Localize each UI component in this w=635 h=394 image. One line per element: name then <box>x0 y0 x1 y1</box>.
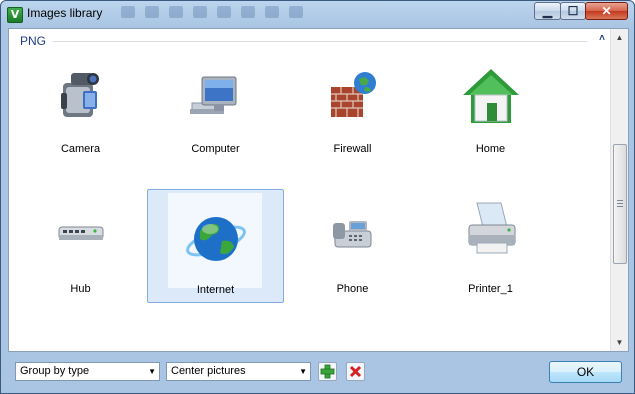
item-label: Printer_1 <box>468 283 513 295</box>
group-header: PNG ˄ <box>9 29 613 51</box>
item-label: Home <box>475 143 506 155</box>
picture-alignment-select[interactable]: Center pictures ▼ <box>166 362 311 381</box>
maximize-button[interactable]: ☐ <box>560 2 586 20</box>
computer-icon <box>189 76 236 114</box>
scrollbar-thumb[interactable] <box>613 144 627 264</box>
image-item-computer[interactable]: Computer <box>148 65 283 165</box>
image-item-internet[interactable]: Internet <box>147 189 284 303</box>
item-label: Firewall <box>333 143 372 155</box>
background-toolbar <box>121 6 361 20</box>
item-label: Internet <box>196 284 235 296</box>
vertical-scrollbar[interactable]: ▲ ▼ <box>610 29 628 351</box>
close-button[interactable]: ✕ <box>585 2 628 20</box>
ok-button[interactable]: OK <box>549 361 622 383</box>
image-item-home[interactable]: Home <box>423 65 558 165</box>
group-by-value: Group by type <box>20 365 90 377</box>
window-title: Images library <box>27 6 103 20</box>
add-icon <box>320 364 335 379</box>
image-item-phone[interactable]: Phone <box>285 191 420 303</box>
images-library-window: V Images library ▁ ☐ ✕ PNG ˄ Camera Comp… <box>0 0 635 394</box>
scroll-up-icon[interactable]: ▲ <box>611 29 628 46</box>
collapse-group-icon[interactable]: ˄ <box>599 33 605 44</box>
image-item-hub[interactable]: Hub <box>13 191 148 303</box>
image-item-firewall[interactable]: Firewall <box>285 65 420 165</box>
chevron-down-icon: ▼ <box>148 367 156 376</box>
chevron-down-icon: ▼ <box>299 367 307 376</box>
internet-icon <box>185 217 246 261</box>
app-logo-icon: V <box>7 7 23 23</box>
item-label: Hub <box>70 283 91 295</box>
camera-icon <box>60 73 99 117</box>
delete-image-button[interactable] <box>346 362 365 381</box>
phone-icon <box>332 221 371 248</box>
image-item-camera[interactable]: Camera <box>13 65 148 165</box>
minimize-button[interactable]: ▁ <box>534 2 561 20</box>
images-panel: PNG ˄ Camera Computer Firewall Home Hub … <box>8 28 629 352</box>
scroll-down-icon[interactable]: ▼ <box>611 334 628 351</box>
alignment-value: Center pictures <box>171 365 246 377</box>
delete-icon <box>349 365 362 378</box>
group-title: PNG <box>20 34 47 48</box>
title-bar[interactable]: V Images library ▁ ☐ ✕ <box>1 1 634 27</box>
printer-icon <box>468 202 515 254</box>
item-label: Computer <box>191 143 240 155</box>
firewall-icon <box>330 72 376 117</box>
image-item-printer[interactable]: Printer_1 <box>423 191 558 303</box>
group-by-select[interactable]: Group by type ▼ <box>15 362 160 381</box>
home-icon <box>462 69 519 123</box>
group-divider <box>53 41 587 42</box>
add-image-button[interactable] <box>318 362 337 381</box>
hub-icon <box>58 226 103 240</box>
item-label: Camera <box>60 143 101 155</box>
item-label: Phone <box>336 283 369 295</box>
